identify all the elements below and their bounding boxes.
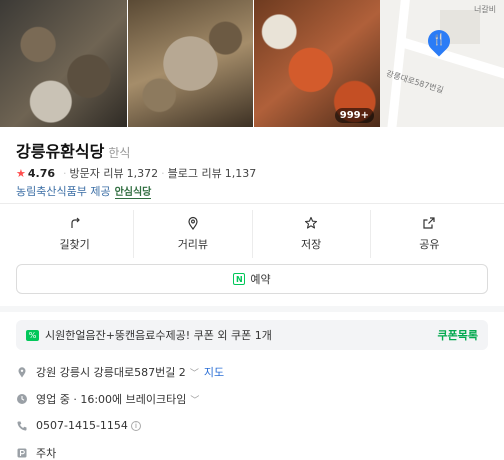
mini-map[interactable]: 너갈비 강릉대로587번길 🍴	[380, 0, 504, 127]
photo-strip[interactable]: 999+	[0, 0, 381, 127]
rating-value: 4.76	[27, 166, 56, 180]
save-label: 저장	[301, 238, 322, 251]
photo-1[interactable]	[0, 0, 127, 127]
place-category: 한식	[108, 146, 131, 160]
info-icon[interactable]: i	[130, 420, 141, 431]
parking-row: 주차	[16, 445, 56, 460]
location-icon	[18, 367, 26, 378]
parking-text: 주차	[36, 447, 57, 460]
rating-star-icon: ★	[16, 166, 26, 180]
restaurant-icon: 🍴	[432, 33, 446, 46]
chevron-down-icon[interactable]: ﹀	[190, 393, 199, 406]
place-title: 강릉유환식당	[16, 142, 105, 161]
directions-icon	[71, 217, 80, 228]
reserve-button[interactable]: N 예약	[16, 264, 488, 294]
save-button[interactable]: 저장	[253, 210, 371, 258]
coupon-icon: %	[26, 329, 39, 341]
street-view-icon	[188, 216, 198, 230]
separator: ·	[63, 166, 67, 180]
star-icon	[305, 216, 318, 229]
street-view-label: 거리뷰	[177, 238, 209, 251]
action-bar: 길찾기 거리뷰 저장 공유	[16, 210, 488, 258]
visitor-reviews-count[interactable]: 1,372	[127, 167, 159, 180]
blog-reviews-count[interactable]: 1,137	[225, 167, 257, 180]
photo-3[interactable]: 999+	[254, 0, 381, 127]
title-row: 강릉유환식당 한식	[16, 138, 130, 162]
certification-row[interactable]: 농림축산식품부 제공 안심식당	[16, 183, 152, 199]
address-text[interactable]: 강원 강릉시 강릉대로587번길 2	[36, 364, 186, 380]
certification-text[interactable]: 농림축산식품부 제공	[16, 183, 111, 199]
map-label: 너갈비	[474, 5, 497, 14]
phone-text[interactable]: 0507-1415-1154	[36, 419, 128, 432]
review-summary: ★ 4.76 · 방문자 리뷰 1,372 · 블로그 리뷰 1,137	[16, 165, 256, 181]
naver-booking-icon: N	[233, 273, 246, 285]
photo-count-badge[interactable]: 999+	[334, 108, 375, 123]
coupon-list-link[interactable]: 쿠폰목록	[438, 327, 478, 343]
phone-row: 0507-1415-1154 i	[16, 419, 141, 432]
clock-icon	[17, 394, 27, 404]
section-gap	[0, 306, 504, 312]
street-view-button[interactable]: 거리뷰	[134, 210, 253, 258]
separator: ·	[161, 166, 165, 180]
parking-icon	[17, 448, 27, 458]
share-icon	[423, 217, 435, 229]
map-link[interactable]: 지도	[204, 364, 224, 380]
reserve-label: 예약	[250, 273, 271, 286]
chevron-down-icon[interactable]: ﹀	[190, 366, 199, 379]
safe-restaurant-logo: 안심식당	[114, 183, 152, 199]
share-button[interactable]: 공유	[371, 210, 488, 258]
directions-button[interactable]: 길찾기	[16, 210, 135, 258]
phone-icon	[17, 421, 27, 431]
blog-reviews-label[interactable]: 블로그 리뷰	[168, 165, 222, 181]
address-row: 강원 강릉시 강릉대로587번길 2 ﹀ 지도	[16, 364, 224, 380]
hours-text[interactable]: 영업 중 · 16:00에 브레이크타임	[36, 391, 186, 407]
photo-2[interactable]	[127, 0, 254, 127]
coupon-bar[interactable]: % 시원한얼음잔+뚱캔음료수제공! 쿠폰 외 쿠폰 1개 쿠폰목록	[16, 320, 488, 350]
visitor-reviews-label[interactable]: 방문자 리뷰	[70, 165, 124, 181]
share-label: 공유	[419, 238, 440, 251]
map-road	[386, 0, 411, 127]
coupon-text: 시원한얼음잔+뚱캔음료수제공! 쿠폰 외 쿠폰 1개	[45, 329, 272, 342]
divider	[0, 203, 504, 204]
hours-row: 영업 중 · 16:00에 브레이크타임 ﹀	[16, 391, 199, 407]
directions-label: 길찾기	[59, 238, 90, 251]
